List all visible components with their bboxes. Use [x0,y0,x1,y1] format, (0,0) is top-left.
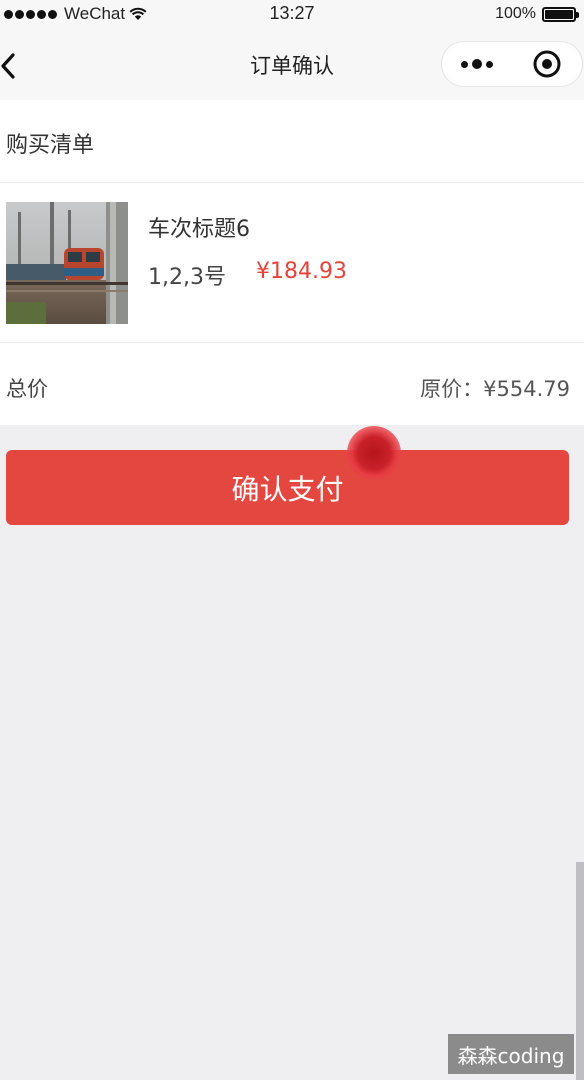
item-price: ¥184.93 [256,259,347,284]
status-bar: WeChat 13:27 100% [0,0,584,28]
battery-fill [545,9,573,19]
mini-program-capsule [442,42,582,86]
confirm-payment-button[interactable]: 确认支付 [6,450,569,525]
original-price: 原价：¥554.79 [420,377,570,401]
battery-status: 100% [495,5,579,23]
order-item: 车次标题6 1,2,3号 ¥184.93 [0,183,584,343]
watermark-label: 森森coding [448,1034,574,1074]
edge-shadow [576,862,584,1080]
battery-percent: 100% [495,5,536,22]
more-options-button[interactable] [442,42,512,86]
total-row: 总价 原价：¥554.79 [0,343,584,425]
more-dots-icon [461,59,493,69]
purchase-list-title: 购买清单 [6,133,95,158]
train-title: 车次标题6 [148,217,250,242]
battery-icon [542,6,579,22]
train-thumbnail[interactable] [6,202,128,324]
total-label: 总价 [6,377,48,401]
close-mini-program-button[interactable] [512,42,582,86]
target-close-icon [533,50,561,78]
seat-numbers: 1,2,3号 [148,265,226,290]
train-photo-image [6,202,128,324]
nav-bar: 订单确认 [0,28,584,100]
purchase-list-header: 购买清单 [0,100,584,183]
